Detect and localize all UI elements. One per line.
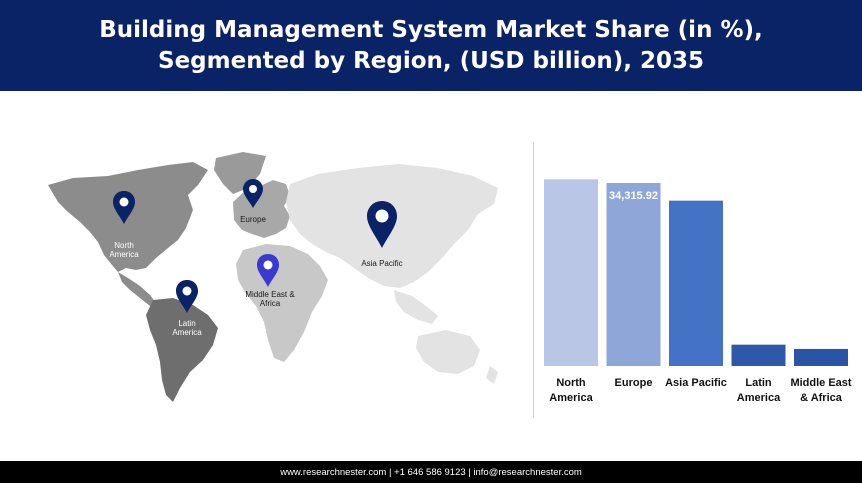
label-latin-america-line1: Latin [178,319,196,328]
label-middle-east-africa: Middle East & Africa [240,290,300,308]
map-australia [416,330,480,374]
tick-label-line: Europe [615,377,653,389]
pin-latin-america-dot [182,286,192,296]
map-southeast-asia [394,290,438,324]
bar-chart: North America Europe Asia Pacific Latin Ameri… [534,140,862,415]
tick-label-europe: Europe [615,377,653,389]
label-north-america-line2: America [109,250,139,259]
label-middle-east-africa-line2: Africa [259,299,281,308]
footer-bar: www.researchnester.com | +1 646 586 9123… [0,461,862,483]
bar-chart-svg: North America Europe Asia Pacific Latin Ameri… [544,179,852,404]
tick-label-line: Asia Pacific [665,377,727,389]
tick-label-line: Middle East [790,377,851,389]
pin-asia-pacific-dot [375,209,389,223]
map-central-america [118,272,156,306]
world-map-graphic [48,152,498,402]
tick-label-line: America [549,392,593,404]
label-latin-america: Latin America [168,319,206,337]
label-asia-pacific-line1: Asia Pacific [361,259,403,268]
label-europe-line1: Europe [240,215,266,224]
bar-asia-pacific [669,200,723,366]
bar-europe [606,182,661,366]
label-north-america-line1: North [114,241,134,250]
bar-middle-east-africa [794,348,848,366]
label-middle-east-africa-line1: Middle East & [245,290,295,299]
pin-north-america-dot [119,197,129,207]
map-new-zealand [486,366,498,384]
label-europe: Europe [231,215,275,224]
map-south-america [146,298,218,402]
label-north-america: North America [106,241,142,259]
tick-label-line: North [556,377,586,389]
tick-label-latin-america: Latin America [737,377,781,404]
bar-north-america [544,179,598,366]
footer-contact-text: www.researchnester.com | +1 646 586 9123… [280,466,582,478]
label-asia-pacific: Asia Pacific [354,259,410,268]
tick-label-north-america: North America [549,377,593,404]
header-banner: Building Management System Market Share … [0,0,862,91]
data-label-europe: 34,315.92 [609,190,658,202]
tick-label-asia-pacific: Asia Pacific [665,377,727,389]
tick-label-line: Latin [745,377,772,389]
tick-label-middle-east-africa: Middle East & Africa [790,377,851,404]
pin-europe-dot [249,185,257,193]
label-latin-america-line2: America [172,328,202,337]
tick-label-line: America [737,392,781,404]
chart-title: Building Management System Market Share … [99,16,763,74]
pin-middle-east-africa-dot [263,260,273,270]
world-map: North America Europe Asia Pacific Middle… [28,140,508,410]
tick-label-line: & Africa [800,392,843,404]
bar-latin-america [731,344,786,366]
